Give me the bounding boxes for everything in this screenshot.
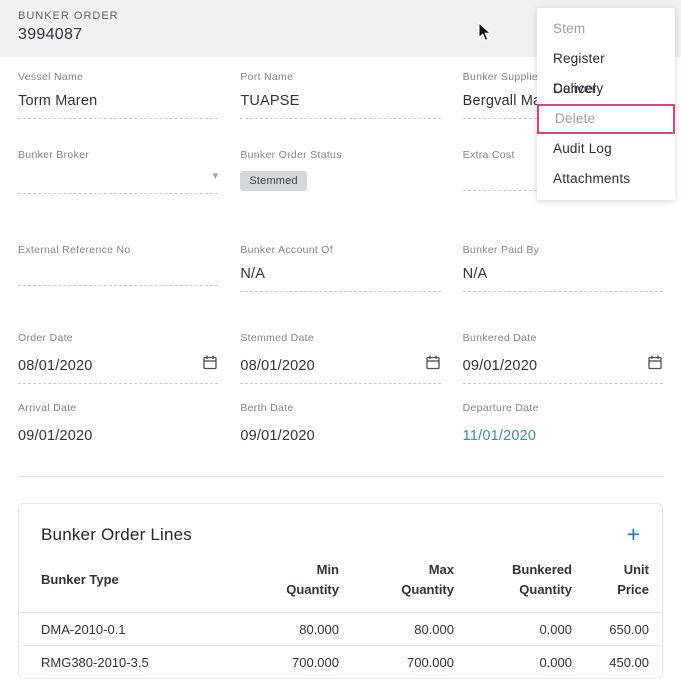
bunker-account-of-input[interactable]: N/A bbox=[240, 266, 440, 292]
field-bunker-paid-by: Bunker Paid By N/A bbox=[463, 244, 663, 292]
departure-date-label: Departure Date bbox=[463, 402, 663, 414]
field-berth-date: Berth Date 09/01/2020 bbox=[240, 402, 440, 444]
bunker-broker-label: Bunker Broker bbox=[18, 149, 218, 161]
calendar-icon[interactable] bbox=[202, 354, 218, 374]
menu-item-register-delivery[interactable]: Register Delivery bbox=[537, 44, 675, 74]
field-bunkered-date: Bunkered Date 09/01/2020 bbox=[463, 332, 663, 384]
field-departure-date: Departure Date 11/01/2020 bbox=[463, 402, 663, 444]
column-header-bunker-type: Bunker Type bbox=[19, 552, 234, 613]
column-header-max-quantity: Max Quantity bbox=[339, 552, 454, 613]
external-reference-no-input[interactable] bbox=[18, 266, 218, 286]
field-port-name: Port Name TUAPSE bbox=[240, 71, 440, 119]
column-header-min-quantity: Min Quantity bbox=[234, 552, 339, 613]
port-name-input[interactable]: TUAPSE bbox=[240, 93, 440, 119]
card-title: Bunker Order Lines bbox=[41, 525, 192, 545]
cell-bunker-type: RMG380-2010-3.5 bbox=[19, 646, 234, 679]
table-row[interactable]: RMG380-2010-3.5 700.000 700.000 0.000 45… bbox=[19, 646, 662, 679]
cell-bunkered-quantity: 0.000 bbox=[454, 613, 572, 646]
bunker-broker-select[interactable]: ▾ bbox=[18, 171, 218, 194]
menu-item-cancel[interactable]: Cancel bbox=[537, 74, 675, 104]
calendar-icon[interactable] bbox=[425, 354, 441, 374]
table-row[interactable]: DMA-2010-0.1 80.000 80.000 0.000 650.00 bbox=[19, 613, 662, 646]
field-arrival-date: Arrival Date 09/01/2020 bbox=[18, 402, 218, 444]
order-date-input[interactable]: 08/01/2020 bbox=[18, 354, 218, 384]
bunker-paid-by-input[interactable]: N/A bbox=[463, 266, 663, 292]
berth-date-value: 09/01/2020 bbox=[240, 424, 440, 444]
vessel-name-input[interactable]: Torm Maren bbox=[18, 93, 218, 119]
bunker-paid-by-label: Bunker Paid By bbox=[463, 244, 663, 256]
stemmed-date-input[interactable]: 08/01/2020 bbox=[240, 354, 440, 384]
chevron-down-icon[interactable]: ▾ bbox=[213, 171, 219, 184]
external-reference-no-label: External Reference No bbox=[18, 244, 218, 256]
order-lines-table: Bunker Type Min Quantity Max Quantity Bu… bbox=[19, 552, 662, 678]
cell-max-quantity: 80.000 bbox=[339, 613, 454, 646]
cell-unit-price: 450.00 bbox=[572, 646, 662, 679]
menu-item-stem[interactable]: Stem bbox=[537, 14, 675, 44]
port-name-label: Port Name bbox=[240, 71, 440, 83]
menu-item-attachments[interactable]: Attachments bbox=[537, 164, 675, 194]
cell-min-quantity: 700.000 bbox=[234, 646, 339, 679]
menu-item-audit-log[interactable]: Audit Log bbox=[537, 134, 675, 164]
cell-bunker-type: DMA-2010-0.1 bbox=[19, 613, 234, 646]
field-external-reference-no: External Reference No bbox=[18, 244, 218, 292]
field-bunker-broker: Bunker Broker ▾ bbox=[18, 149, 218, 194]
cell-bunkered-quantity: 0.000 bbox=[454, 646, 572, 679]
bunker-order-lines-card: Bunker Order Lines + Bunker Type Min Qua… bbox=[18, 503, 663, 679]
departure-date-link[interactable]: 11/01/2020 bbox=[463, 424, 663, 444]
bunker-order-status-label: Bunker Order Status bbox=[240, 149, 440, 161]
field-vessel-name: Vessel Name Torm Maren bbox=[18, 71, 218, 119]
field-bunker-account-of: Bunker Account Of N/A bbox=[240, 244, 440, 292]
status-badge: Stemmed bbox=[240, 171, 306, 191]
order-date-label: Order Date bbox=[18, 332, 218, 344]
menu-item-delete[interactable]: Delete bbox=[537, 104, 675, 134]
column-header-bunkered-quantity: Bunkered Quantity bbox=[454, 552, 572, 613]
bunkered-date-label: Bunkered Date bbox=[463, 332, 663, 344]
context-menu: Stem Register Delivery Cancel Delete Aud… bbox=[537, 8, 675, 200]
bunker-account-of-label: Bunker Account Of bbox=[240, 244, 440, 256]
arrival-date-value: 09/01/2020 bbox=[18, 424, 218, 444]
stemmed-date-label: Stemmed Date bbox=[240, 332, 440, 344]
section-divider bbox=[18, 476, 663, 477]
cell-unit-price: 650.00 bbox=[572, 613, 662, 646]
add-line-button[interactable]: + bbox=[625, 523, 642, 546]
field-bunker-order-status: Bunker Order Status Stemmed bbox=[240, 149, 440, 194]
field-order-date: Order Date 08/01/2020 bbox=[18, 332, 218, 384]
calendar-icon[interactable] bbox=[647, 354, 663, 374]
column-header-unit-price: Unit Price bbox=[572, 552, 662, 613]
cell-min-quantity: 80.000 bbox=[234, 613, 339, 646]
table-header-row: Bunker Type Min Quantity Max Quantity Bu… bbox=[19, 552, 662, 613]
bunker-order-status-value: Stemmed bbox=[240, 171, 440, 191]
vessel-name-label: Vessel Name bbox=[18, 71, 218, 83]
field-stemmed-date: Stemmed Date 08/01/2020 bbox=[240, 332, 440, 384]
bunkered-date-input[interactable]: 09/01/2020 bbox=[463, 354, 663, 384]
arrival-date-label: Arrival Date bbox=[18, 402, 218, 414]
berth-date-label: Berth Date bbox=[240, 402, 440, 414]
cell-max-quantity: 700.000 bbox=[339, 646, 454, 679]
